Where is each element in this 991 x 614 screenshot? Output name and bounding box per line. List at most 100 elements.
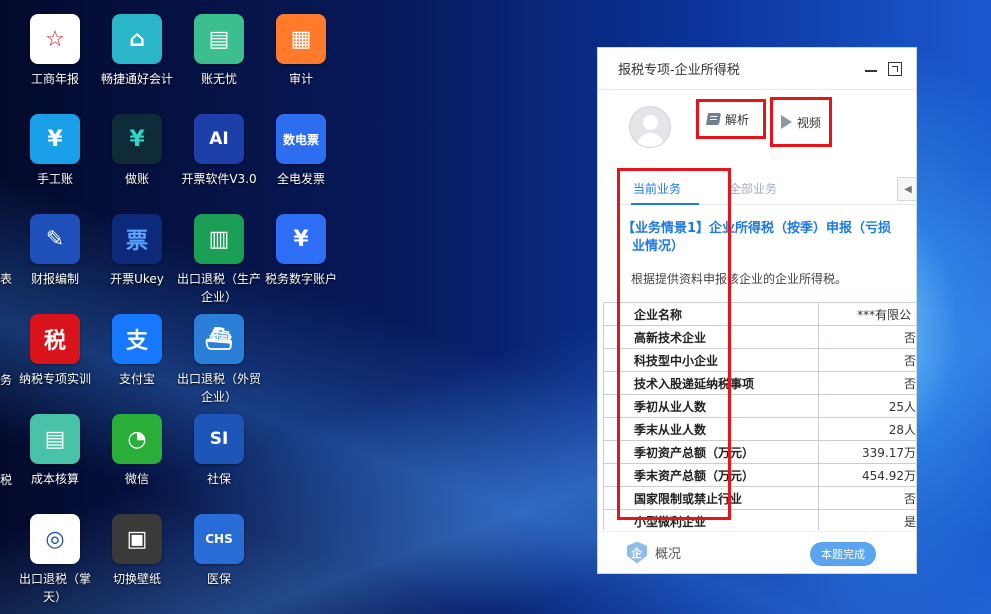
- desktop-icon-label: 成本核算: [30, 472, 79, 486]
- desktop-icon[interactable]: ¥ 做账: [94, 114, 180, 188]
- table-value-cell: 否: [818, 348, 916, 372]
- desktop-icon[interactable]: 税纳税专项实训: [12, 314, 98, 388]
- play-icon: [781, 115, 792, 129]
- table-key-cell: 企业名称: [602, 302, 820, 326]
- tax-task-panel: 报税专项-企业所得税 解析 视频 当前业务 全部业务 ◀ 【业务情景1】企业所得…: [597, 47, 917, 574]
- table-row: 小型微利企业是: [602, 509, 916, 530]
- table-row: 季末从业人数 28人: [602, 417, 916, 441]
- desktop-icon-label: 畅捷通好会计: [100, 72, 173, 86]
- desktop-icon[interactable]: ☆ 工商年报: [12, 14, 98, 88]
- complete-button[interactable]: 本题完成: [810, 542, 876, 566]
- table-value-cell: 25人: [818, 394, 916, 418]
- audit-ticket-icon: ▦: [276, 14, 326, 64]
- desktop-icon-label: 切换壁纸: [112, 572, 161, 586]
- book-icon: [705, 113, 722, 125]
- table-key-cell: 国家限制或禁止行业: [602, 486, 820, 510]
- overview-label[interactable]: 概况: [655, 543, 681, 562]
- open-book-icon: ▤: [194, 14, 244, 64]
- desktop-icon-label: 社保: [206, 472, 231, 486]
- factory-icon: ▥: [194, 214, 244, 264]
- tax-digital-account-icon: ¥: [276, 214, 326, 264]
- tab-all-business[interactable]: 全部业务: [729, 175, 777, 204]
- table-row: 科技型中小企业否: [602, 348, 916, 372]
- table-value-cell: ***有限公: [818, 302, 916, 326]
- table-row: 季初从业人数 25人: [602, 394, 916, 418]
- desktop-icon[interactable]: ⛴ 出口退税（外贸企业）: [176, 314, 262, 406]
- tab-current-business[interactable]: 当前业务: [631, 175, 699, 205]
- desktop-icon[interactable]: ▤ 账无忧: [176, 14, 262, 88]
- desktop-icon-label: 工商年报: [30, 72, 79, 86]
- desktop-icon[interactable]: 票开票Ukey: [94, 214, 180, 288]
- business-tabs: 当前业务 全部业务 ◀: [617, 175, 916, 205]
- table-row: 季初资产总额（万元） 339.17万: [602, 440, 916, 464]
- table-key-cell: 季末资产总额（万元）: [602, 463, 820, 487]
- table-value-cell: 否: [818, 325, 916, 349]
- desktop-icon[interactable]: ◎ 出口退税（掌天）: [12, 514, 98, 606]
- desktop-icon-label: 开票Ukey: [110, 272, 164, 286]
- cloud-plug-icon: ⌂: [112, 14, 162, 64]
- desktop-icon[interactable]: ◔ 微信: [94, 414, 180, 488]
- cost-accounting-icon: ▤: [30, 414, 80, 464]
- desktop-icon-label: 出口退税（掌天）: [18, 572, 91, 604]
- table-key-cell: 季初资产总额（万元）: [602, 440, 820, 464]
- overview-icon[interactable]: 企: [627, 542, 647, 564]
- medical-insurance-icon: CHS: [194, 514, 244, 564]
- desktop-icon[interactable]: ▣ 切换壁纸: [94, 514, 180, 588]
- desktop-icon[interactable]: 支支付宝: [94, 314, 180, 388]
- desktop-icon-label: 出口退税（外贸企业）: [176, 372, 261, 404]
- desktop-icon[interactable]: ⌂ 畅捷通好会计: [94, 14, 180, 88]
- digital-invoice-icon: 数电票: [276, 114, 326, 164]
- desktop-icon[interactable]: ¥ 手工账: [12, 114, 98, 188]
- video-label: 视频: [797, 115, 822, 130]
- desktop-icon[interactable]: ▥ 出口退税（生产企业）: [176, 214, 262, 306]
- desktop-icon[interactable]: ¥ 税务数字账户: [258, 214, 344, 288]
- desktop-icon-label: 纳税专项实训: [18, 372, 91, 386]
- desktop-icon[interactable]: 数电票 全电发票: [258, 114, 344, 188]
- minimize-icon[interactable]: [864, 62, 878, 76]
- table-row: 国家限制或禁止行业否: [602, 486, 916, 510]
- table-key-cell: 季末从业人数: [602, 417, 820, 441]
- wechat-icon: ◔: [112, 414, 162, 464]
- maximize-icon[interactable]: [888, 61, 902, 76]
- desktop-icon-label: 账无忧: [200, 72, 237, 86]
- table-key-cell: 科技型中小企业: [602, 348, 820, 372]
- desktop-icon-label: 审计: [288, 72, 313, 86]
- table-row: 企业名称 ***有限公: [602, 302, 916, 326]
- table-value-cell: 28人: [818, 417, 916, 441]
- desktop-icon[interactable]: ▤ 成本核算: [12, 414, 98, 488]
- desktop-icon[interactable]: CHS 医保: [176, 514, 262, 588]
- shield-yen-icon: ¥: [112, 114, 162, 164]
- table-value-cell: 454.92万: [818, 463, 916, 487]
- video-button[interactable]: 视频: [770, 97, 832, 147]
- invoice-software-icon: AI: [194, 114, 244, 164]
- panel-title: 报税专项-企业所得税: [618, 63, 740, 78]
- company-info-table: 企业名称 ***有限公 高新技术企业否科技型中小企业否技术入股递延纳税事项否季初从业…: [602, 302, 916, 530]
- analysis-button[interactable]: 解析: [696, 99, 766, 139]
- company-info-table-wrapper: 企业名称 ***有限公 高新技术企业否科技型中小企业否技术入股递延纳税事项否季初从业…: [598, 302, 916, 530]
- report-edit-icon: ✎: [30, 214, 80, 264]
- edge-label: 税: [0, 473, 13, 487]
- table-value-cell: 否: [818, 371, 916, 395]
- case-title: 【业务情景1】企业所得税（按季）申报（亏损: [622, 221, 892, 236]
- panel-header: 报税专项-企业所得税: [598, 48, 916, 90]
- case-description: 根据提供资料申报该企业的企业所得税。: [631, 272, 848, 286]
- tab-scroll-left-icon[interactable]: ◀: [897, 177, 916, 201]
- desktop-icon-label: 全电发票: [276, 172, 325, 186]
- table-value-cell: 339.17万: [818, 440, 916, 464]
- desktop-icon[interactable]: ▦ 审计: [258, 14, 344, 88]
- table-row: 高新技术企业否: [602, 325, 916, 349]
- panel-toolbar: 解析 视频: [598, 90, 916, 160]
- desktop-icon-label: 财报编制: [30, 272, 79, 286]
- ledger-icon: ¥: [30, 114, 80, 164]
- table-key-cell: 技术入股递延纳税事项: [602, 371, 820, 395]
- edge-label: 表: [0, 272, 13, 286]
- ukey-invoice-icon: 票: [112, 214, 162, 264]
- desktop-icon[interactable]: ✎ 财报编制: [12, 214, 98, 288]
- export-rebate-icon: ◎: [30, 514, 80, 564]
- wallpaper-icon: ▣: [112, 514, 162, 564]
- edge-label: 务: [0, 373, 13, 387]
- desktop-icon[interactable]: AI 开票软件V3.0: [176, 114, 262, 188]
- table-row: 技术入股递延纳税事项否: [602, 371, 916, 395]
- ship-icon: ⛴: [194, 314, 244, 364]
- desktop-icon[interactable]: SI 社保: [176, 414, 262, 488]
